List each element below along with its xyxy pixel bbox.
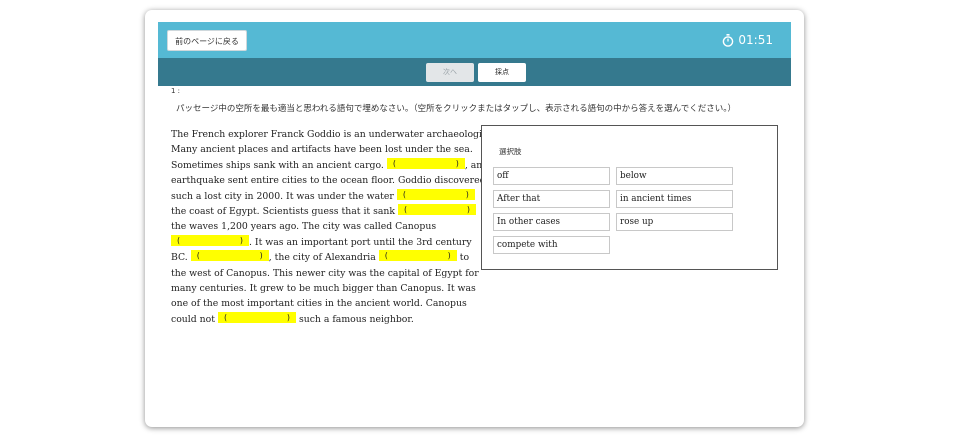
passage-line: Sometimes ships sank with an ancient car…: [171, 157, 483, 171]
blank-2[interactable]: (): [396, 188, 475, 200]
countdown-timer: 01:51: [722, 30, 773, 50]
stopwatch-icon: [723, 33, 734, 47]
passage-line: BC. (), the city of Alexandria () to: [171, 250, 470, 264]
choice-option[interactable]: In other cases: [493, 213, 610, 231]
passage-line: many centuries. It grew to be much bigge…: [171, 283, 476, 295]
timer-value: 01:51: [738, 33, 773, 47]
choice-option[interactable]: After that: [493, 190, 610, 208]
passage-line: Many ancient places and artifacts have b…: [171, 144, 473, 156]
passage-line: the coast of Egypt. Scientists guess tha…: [171, 204, 477, 219]
passage-line: (). It was an important port until the 3…: [171, 234, 472, 250]
passage-line: the waves 1,200 years ago. The city was …: [171, 221, 437, 233]
blank-7[interactable]: (): [217, 311, 296, 323]
back-to-previous-page-button[interactable]: 前のページに戻る: [167, 30, 247, 51]
blank-3[interactable]: (): [398, 204, 477, 216]
reading-passage: The French explorer Franck Goddio is an …: [171, 127, 494, 327]
quiz-card: 前のページに戻る 01:51 次へ 採点 1 : パッセージ中の空所を最も適当と…: [145, 10, 804, 427]
question-instruction: パッセージ中の空所を最も適当と思われる語句で埋めなさい。（空所をクリックまたはタ…: [176, 104, 736, 114]
blank-1[interactable]: (): [386, 157, 465, 169]
blank-6[interactable]: (): [378, 250, 457, 262]
choice-option[interactable]: compete with: [493, 236, 610, 254]
blank-5[interactable]: (): [190, 250, 269, 262]
passage-line: one of the most important cities in the …: [171, 298, 467, 310]
passage-line: earthquake sent entire cities to the oce…: [171, 175, 486, 187]
header-bar: 前のページに戻る 01:51: [158, 22, 791, 58]
grade-button[interactable]: 採点: [478, 63, 526, 82]
choice-option[interactable]: in ancient times: [616, 190, 733, 208]
blank-4[interactable]: (): [171, 234, 249, 246]
choice-option[interactable]: below: [616, 167, 733, 185]
passage-line: the west of Canopus. This newer city was…: [171, 267, 479, 279]
choice-option[interactable]: off: [493, 167, 610, 185]
question-number: 1 :: [171, 87, 181, 95]
passage-line: such a lost city in 2000. It was under t…: [171, 188, 475, 204]
choices-panel: 選択肢 off below After that in ancient time…: [481, 125, 778, 270]
next-button[interactable]: 次へ: [426, 63, 474, 82]
action-bar: 次へ 採点: [158, 58, 791, 86]
passage-line: The French explorer Franck Goddio is an …: [171, 129, 494, 140]
choices-title: 選択肢: [499, 147, 522, 156]
choice-option[interactable]: rose up: [616, 213, 733, 231]
passage-line: could not () such a famous neighbor.: [171, 311, 414, 325]
